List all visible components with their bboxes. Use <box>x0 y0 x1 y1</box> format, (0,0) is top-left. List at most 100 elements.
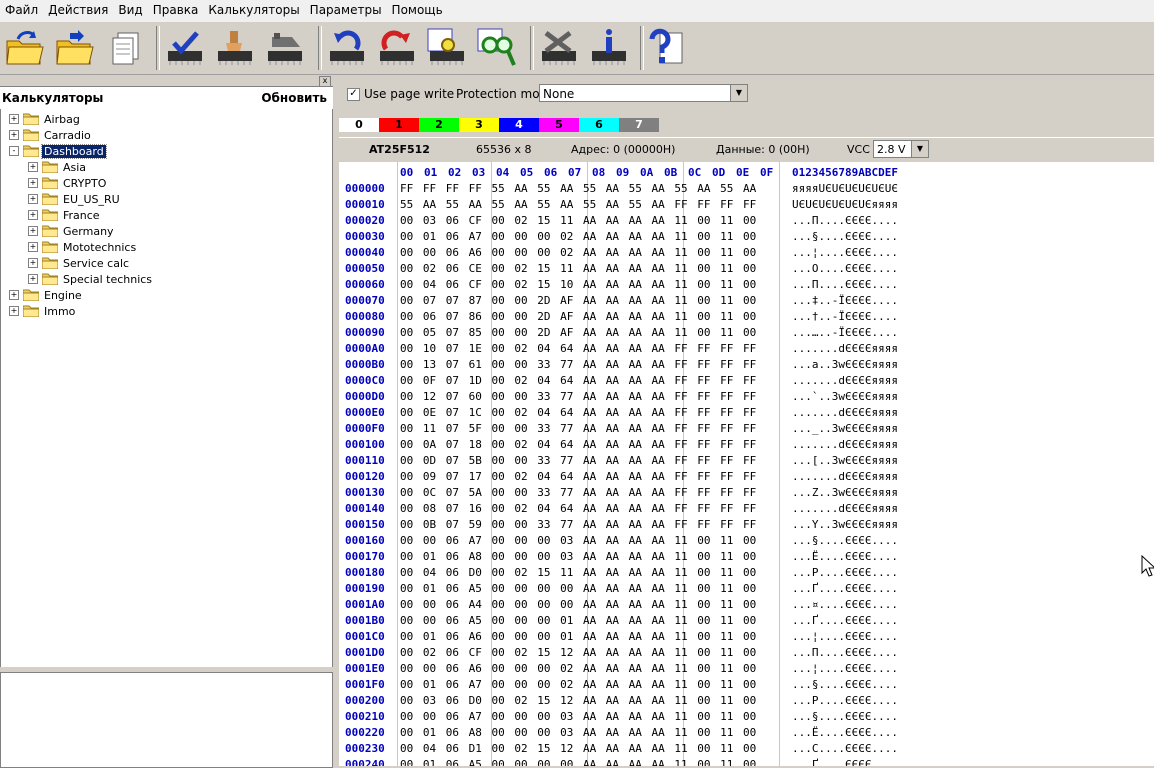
color-swatch[interactable]: 5 <box>539 118 579 132</box>
tree-item[interactable]: + Mototechnics <box>28 239 138 255</box>
row-bytes[interactable]: 00 05 07 85 00 00 2D AF AA AA AA AA 11 0… <box>400 326 756 339</box>
row-ascii[interactable]: ...Ё....ЄЄЄЄ.... <box>792 550 898 563</box>
row-ascii[interactable]: ...…..-ЇЄЄЄЄ.... <box>792 326 898 339</box>
row-ascii[interactable]: UЄUЄUЄUЄUЄUЄяяяя <box>792 198 898 211</box>
hex-row[interactable]: 000100 00 0A 07 18 00 02 04 64 AA AA AA A… <box>339 437 1154 453</box>
row-ascii[interactable]: .......dЄЄЄЄяяяя <box>792 502 898 515</box>
hex-row[interactable]: 0001C0 00 01 06 A6 00 00 00 01 AA AA AA A… <box>339 629 1154 645</box>
hex-row[interactable]: 0001E0 00 00 06 A6 00 00 00 02 AA AA AA A… <box>339 661 1154 677</box>
color-swatch[interactable]: 1 <box>379 118 419 132</box>
expand-icon[interactable]: + <box>28 242 38 252</box>
color-swatch[interactable]: 7 <box>619 118 659 132</box>
tree-item[interactable]: + CRYPTO <box>28 175 108 191</box>
tree-item[interactable]: - Dashboard <box>9 143 107 159</box>
hex-row[interactable]: 000130 00 0C 07 5A 00 00 33 77 AA AA AA A… <box>339 485 1154 501</box>
row-bytes[interactable]: 00 01 06 A8 00 00 00 03 AA AA AA AA 11 0… <box>400 726 756 739</box>
row-bytes[interactable]: 00 0F 07 1D 00 02 04 64 AA AA AA AA FF F… <box>400 374 756 387</box>
tree-item[interactable]: + Immo <box>9 303 77 319</box>
save-button[interactable] <box>54 27 96 69</box>
expand-icon[interactable]: + <box>9 306 19 316</box>
row-ascii[interactable]: ...§....ЄЄЄЄ.... <box>792 230 898 243</box>
color-swatch[interactable]: 0 <box>339 118 379 132</box>
row-ascii[interactable]: ...П....ЄЄЄЄ.... <box>792 214 898 227</box>
hex-row[interactable]: 0000F0 00 11 07 5F 00 00 33 77 AA AA AA A… <box>339 421 1154 437</box>
settings-button[interactable] <box>538 27 580 69</box>
menu-help[interactable]: Помощь <box>387 0 448 20</box>
row-ascii[interactable]: ...[..3wЄЄЄЄяяяя <box>792 454 898 467</box>
row-bytes[interactable]: 00 0D 07 5B 00 00 33 77 AA AA AA AA FF F… <box>400 454 756 467</box>
row-bytes[interactable]: 00 02 06 CE 00 02 15 11 AA AA AA AA 11 0… <box>400 262 756 275</box>
collapse-icon[interactable]: - <box>9 146 19 156</box>
row-bytes[interactable]: 00 03 06 CF 00 02 15 11 AA AA AA AA 11 0… <box>400 214 756 227</box>
row-ascii[interactable]: ...Р....ЄЄЄЄ.... <box>792 694 898 707</box>
expand-icon[interactable]: + <box>28 178 38 188</box>
row-ascii[interactable]: .......dЄЄЄЄяяяя <box>792 406 898 419</box>
row-ascii[interactable]: ...О....ЄЄЄЄ.... <box>792 262 898 275</box>
row-bytes[interactable]: 00 03 06 D0 00 02 15 12 AA AA AA AA 11 0… <box>400 694 756 707</box>
row-bytes[interactable]: 00 01 06 A5 00 00 00 00 AA AA AA AA 11 0… <box>400 582 756 595</box>
expand-icon[interactable]: + <box>28 210 38 220</box>
protection-mode-select[interactable]: None ▼ <box>539 84 748 102</box>
find-button[interactable] <box>426 27 468 69</box>
hex-row[interactable]: 000040 00 00 06 A6 00 00 00 02 AA AA AA A… <box>339 245 1154 261</box>
hex-row[interactable]: 0000E0 00 0E 07 1C 00 02 04 64 AA AA AA A… <box>339 405 1154 421</box>
row-ascii[interactable]: ...`..3wЄЄЄЄяяяя <box>792 390 898 403</box>
row-bytes[interactable]: 00 04 06 D1 00 02 15 12 AA AA AA AA 11 0… <box>400 742 756 755</box>
hex-row[interactable]: 000140 00 08 07 16 00 02 04 64 AA AA AA A… <box>339 501 1154 517</box>
row-bytes[interactable]: 00 00 06 A4 00 00 00 00 AA AA AA AA 11 0… <box>400 598 756 611</box>
row-ascii[interactable]: ...П....ЄЄЄЄ.... <box>792 278 898 291</box>
tree-item[interactable]: + Germany <box>28 223 116 239</box>
hex-row[interactable]: 0000A0 00 10 07 1E 00 02 04 64 AA AA AA A… <box>339 341 1154 357</box>
row-bytes[interactable]: 00 02 06 CF 00 02 15 12 AA AA AA AA 11 0… <box>400 646 756 659</box>
row-ascii[interactable]: ..._..3wЄЄЄЄяяяя <box>792 422 898 435</box>
expand-icon[interactable]: + <box>28 194 38 204</box>
row-ascii[interactable]: ...¦....ЄЄЄЄ.... <box>792 630 898 643</box>
hex-row[interactable]: 000020 00 03 06 CF 00 02 15 11 AA AA AA A… <box>339 213 1154 229</box>
row-bytes[interactable]: 00 06 07 86 00 00 2D AF AA AA AA AA 11 0… <box>400 310 756 323</box>
menu-parameters[interactable]: Параметры <box>305 0 387 20</box>
expand-icon[interactable]: + <box>28 226 38 236</box>
row-bytes[interactable]: 00 07 07 87 00 00 2D AF AA AA AA AA 11 0… <box>400 294 756 307</box>
hex-row[interactable]: 000000 FF FF FF FF 55 AA 55 AA 55 AA 55 A… <box>339 181 1154 197</box>
hex-row[interactable]: 000010 55 AA 55 AA 55 AA 55 AA 55 AA 55 A… <box>339 197 1154 213</box>
redo-button[interactable] <box>376 27 418 69</box>
row-bytes[interactable]: 00 13 07 61 00 00 33 77 AA AA AA AA FF F… <box>400 358 756 371</box>
row-bytes[interactable]: 00 00 06 A7 00 00 00 03 AA AA AA AA 11 0… <box>400 710 756 723</box>
hex-row[interactable]: 0001F0 00 01 06 A7 00 00 00 02 AA AA AA A… <box>339 677 1154 693</box>
tree-item[interactable]: + Carradio <box>9 127 93 143</box>
hex-row[interactable]: 0000B0 00 13 07 61 00 00 33 77 AA AA AA A… <box>339 357 1154 373</box>
row-bytes[interactable]: 00 01 06 A7 00 00 00 02 AA AA AA AA 11 0… <box>400 230 756 243</box>
row-bytes[interactable]: 00 04 06 D0 00 02 15 11 AA AA AA AA 11 0… <box>400 566 756 579</box>
row-ascii[interactable]: .......dЄЄЄЄяяяя <box>792 438 898 451</box>
row-ascii[interactable]: ...П....ЄЄЄЄ.... <box>792 646 898 659</box>
color-swatch[interactable]: 6 <box>579 118 619 132</box>
row-bytes[interactable]: 55 AA 55 AA 55 AA 55 AA 55 AA 55 AA FF F… <box>400 198 756 211</box>
menu-file[interactable]: Файл <box>0 0 43 20</box>
row-ascii[interactable]: ...Ґ....ЄЄЄЄ.... <box>792 758 898 766</box>
row-ascii[interactable]: .......dЄЄЄЄяяяя <box>792 342 898 355</box>
vcc-select[interactable]: 2.8 V ▼ <box>873 140 929 158</box>
expand-icon[interactable]: + <box>28 274 38 284</box>
hex-row[interactable]: 0000C0 00 0F 07 1D 00 02 04 64 AA AA AA A… <box>339 373 1154 389</box>
row-ascii[interactable]: ...Ё....ЄЄЄЄ.... <box>792 726 898 739</box>
hex-row[interactable]: 000050 00 02 06 CE 00 02 15 11 AA AA AA A… <box>339 261 1154 277</box>
hex-row[interactable]: 000240 00 01 06 A5 00 00 00 00 AA AA AA A… <box>339 757 1154 766</box>
verify-button[interactable] <box>164 27 206 69</box>
tree-item[interactable]: + Engine <box>9 287 84 303</box>
tree-item[interactable]: + Service calc <box>28 255 131 271</box>
row-bytes[interactable]: 00 0A 07 18 00 02 04 64 AA AA AA AA FF F… <box>400 438 756 451</box>
hex-row[interactable]: 000160 00 00 06 A7 00 00 00 03 AA AA AA A… <box>339 533 1154 549</box>
use-page-write-checkbox[interactable]: ✓ <box>347 88 360 101</box>
help-button[interactable] <box>646 27 688 69</box>
row-bytes[interactable]: 00 01 06 A6 00 00 00 01 AA AA AA AA 11 0… <box>400 630 756 643</box>
hex-row[interactable]: 000030 00 01 06 A7 00 00 00 02 AA AA AA A… <box>339 229 1154 245</box>
hex-row[interactable]: 000150 00 0B 07 59 00 00 33 77 AA AA AA A… <box>339 517 1154 533</box>
row-bytes[interactable]: 00 00 06 A6 00 00 00 02 AA AA AA AA 11 0… <box>400 662 756 675</box>
row-ascii[interactable]: .......dЄЄЄЄяяяя <box>792 374 898 387</box>
expand-icon[interactable]: + <box>9 290 19 300</box>
compare-button[interactable] <box>476 27 518 69</box>
row-ascii[interactable]: ...†..-ЇЄЄЄЄ.... <box>792 310 898 323</box>
expand-icon[interactable]: + <box>9 114 19 124</box>
undo-button[interactable] <box>326 27 368 69</box>
row-ascii[interactable]: .......dЄЄЄЄяяяя <box>792 470 898 483</box>
